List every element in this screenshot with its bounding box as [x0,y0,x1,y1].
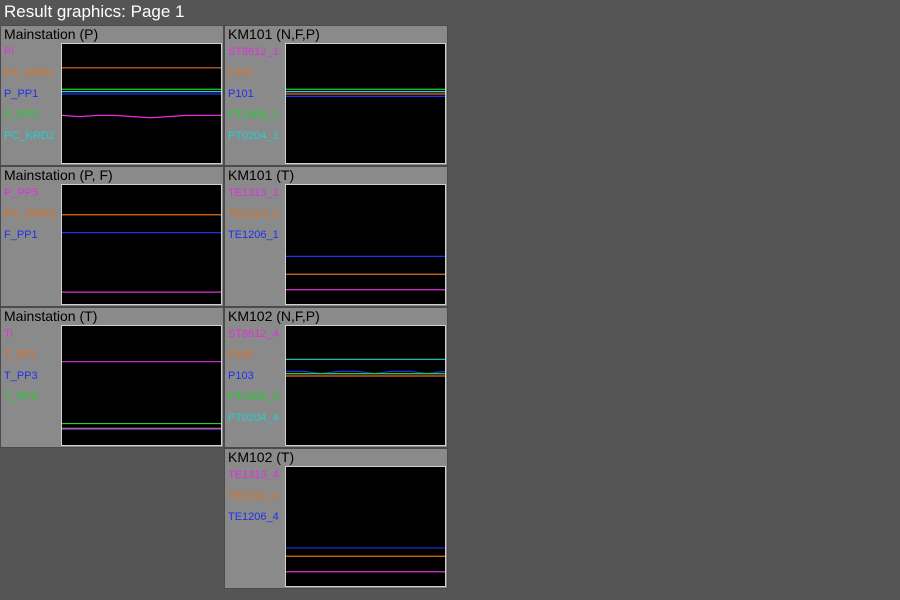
legend-item: T_PP5 [4,391,61,403]
panel-mainstation-p: Mainstation (P) Pi PC_KRD1 P_PP1 P_PP3 PC_KRD… [0,25,224,166]
legend-item: F103 [228,349,285,361]
panel-title: Mainstation (T) [1,308,223,324]
legend-item: P_PP3 [4,109,61,121]
legend-item: TE1314_4 [228,490,285,502]
legend-item: PT1006_4 [228,391,285,403]
legend: ST8612_1 F101 P101 PT1006_1 PT0204_1 [225,42,285,165]
legend-item: TE1206_1 [228,229,285,241]
plot[interactable] [285,466,446,587]
legend-item: TE1314_1 [228,208,285,220]
legend-item: PT1006_1 [228,109,285,121]
panel-mainstation-t: Mainstation (T) Ti T_PP1 T_PP3 T_PP5 [0,307,224,448]
plot[interactable] [61,43,222,164]
panel-empty [0,448,224,589]
panel-mainstation-pf: Mainstation (P, F) P_PP5 PC_KRD3 F_PP1 [0,166,224,307]
plot[interactable] [61,184,222,305]
legend: P_PP5 PC_KRD3 F_PP1 [1,183,61,306]
legend-item: T_PP1 [4,349,61,361]
legend-item: TE1313_1 [228,187,285,199]
legend-item: T_PP3 [4,370,61,382]
panel-km102-nfp: KM102 (N,F,P) ST8612_4 F103 P103 PT1006_4 PT0… [224,307,448,448]
legend: TE1313_1 TE1314_1 TE1206_1 [225,183,285,306]
panel-body: Ti T_PP1 T_PP3 T_PP5 [1,324,223,447]
panel-title: Mainstation (P) [1,26,223,42]
results-grid: Mainstation (P) Pi PC_KRD1 P_PP1 P_PP3 PC_KRD… [0,25,900,589]
panel-body: TE1313_1 TE1314_1 TE1206_1 [225,183,447,306]
legend: ST8612_4 F103 P103 PT1006_4 PT0204_4 [225,324,285,447]
plot[interactable] [285,43,446,164]
legend-item: P_PP1 [4,88,61,100]
legend: TE1313_4 TE1314_4 TE1206_4 [225,465,285,588]
legend-item: Ti [4,328,61,340]
plot[interactable] [285,325,446,446]
panel-body: Pi PC_KRD1 P_PP1 P_PP3 PC_KRD2 [1,42,223,165]
page-title: Result graphics: Page 1 [0,0,900,25]
legend-item: PT0204_1 [228,130,285,142]
panel-title: KM102 (N,F,P) [225,308,447,324]
legend-item: PC_KRD3 [4,208,61,220]
panel-title: KM101 (N,F,P) [225,26,447,42]
legend: Ti T_PP1 T_PP3 T_PP5 [1,324,61,447]
legend-item: Pi [4,46,61,58]
legend-item: P_PP5 [4,187,61,199]
panel-km101-nfp: KM101 (N,F,P) ST8612_1 F101 P101 PT1006_1 PT0… [224,25,448,166]
legend-item: TE1206_4 [228,511,285,523]
legend-item: P103 [228,370,285,382]
legend-item: TE1313_4 [228,469,285,481]
panel-km102-t: KM102 (T) TE1313_4 TE1314_4 TE1206_4 [224,448,448,589]
panel-km101-t: KM101 (T) TE1313_1 TE1314_1 TE1206_1 [224,166,448,307]
plot[interactable] [61,325,222,446]
panel-body: P_PP5 PC_KRD3 F_PP1 [1,183,223,306]
legend-item: ST8612_1 [228,46,285,58]
legend-item: PT0204_4 [228,412,285,424]
legend-item: PC_KRD2 [4,130,61,142]
panel-title: KM101 (T) [225,167,447,183]
legend-item: F_PP1 [4,229,61,241]
plot[interactable] [285,184,446,305]
panel-body: ST8612_1 F101 P101 PT1006_1 PT0204_1 [225,42,447,165]
legend-item: ST8612_4 [228,328,285,340]
panel-title: Mainstation (P, F) [1,167,223,183]
panel-body: TE1313_4 TE1314_4 TE1206_4 [225,465,447,588]
legend-item: F101 [228,67,285,79]
panel-body: ST8612_4 F103 P103 PT1006_4 PT0204_4 [225,324,447,447]
legend-item: P101 [228,88,285,100]
series-line [62,115,221,117]
legend: Pi PC_KRD1 P_PP1 P_PP3 PC_KRD2 [1,42,61,165]
panel-title: KM102 (T) [225,449,447,465]
legend-item: PC_KRD1 [4,67,61,79]
